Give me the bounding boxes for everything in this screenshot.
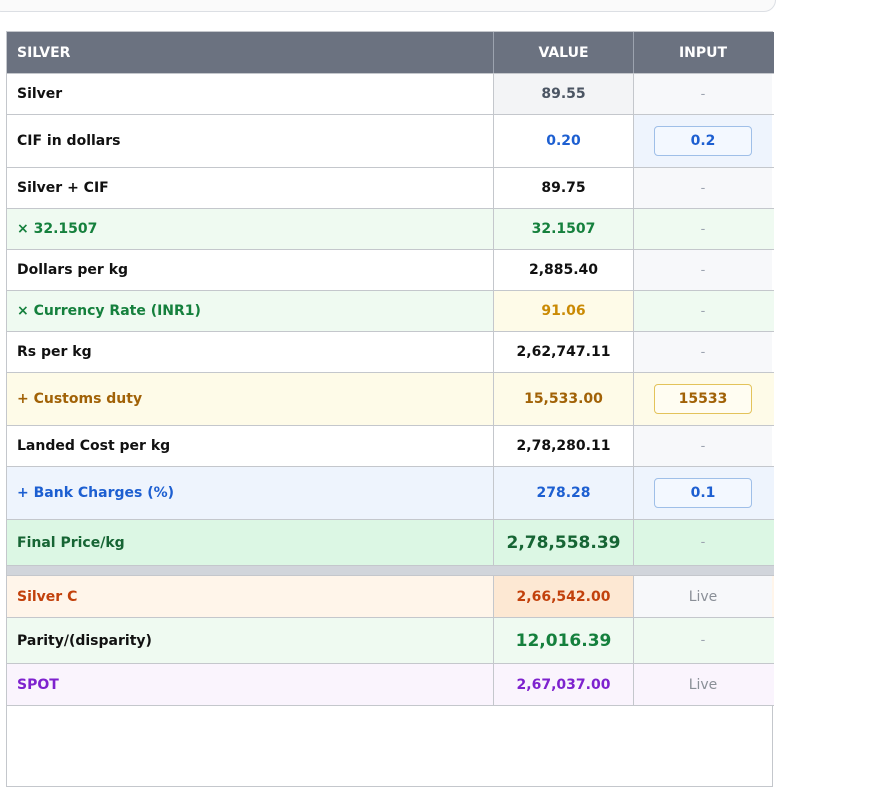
- row-value: 89.55: [494, 74, 634, 114]
- row-value: 32.1507: [494, 209, 634, 249]
- table-row-silver-cif: Silver + CIF 89.75 -: [7, 168, 774, 209]
- row-label: Landed Cost per kg: [7, 426, 494, 466]
- row-input-cell: 0.1: [634, 467, 772, 519]
- row-input-empty: -: [700, 535, 706, 550]
- row-label: + Customs duty: [7, 373, 494, 425]
- row-value: 2,62,747.11: [494, 332, 634, 372]
- row-label: Silver: [7, 74, 494, 114]
- row-value: 15,533.00: [494, 373, 634, 425]
- table-row-final-price: Final Price/kg 2,78,558.39 -: [7, 520, 774, 566]
- live-status: Live: [688, 676, 718, 693]
- row-label: Silver C: [7, 576, 494, 617]
- row-value: 2,78,280.11: [494, 426, 634, 466]
- header-silver: SILVER: [7, 32, 494, 73]
- table-row-landed-cost: Landed Cost per kg 2,78,280.11 -: [7, 426, 774, 467]
- table-row-customs-duty: + Customs duty 15,533.00 15533: [7, 373, 774, 426]
- row-input-cell: 0.2: [634, 115, 772, 167]
- section-divider: [7, 566, 774, 576]
- row-input-empty: -: [634, 250, 772, 290]
- row-value: 2,66,542.00: [494, 576, 634, 617]
- table-row-cif: CIF in dollars 0.20 0.2: [7, 115, 774, 168]
- table-row-silver: Silver 89.55 -: [7, 74, 774, 115]
- row-value: 2,67,037.00: [494, 664, 634, 705]
- row-input-empty: -: [700, 221, 706, 237]
- row-value: 91.06: [494, 291, 634, 331]
- row-input-empty: -: [634, 168, 772, 208]
- row-value: 2,885.40: [494, 250, 634, 290]
- row-value: 89.75: [494, 168, 634, 208]
- row-label: + Bank Charges (%): [7, 467, 494, 519]
- table-row-bank-charges: + Bank Charges (%) 278.28 0.1: [7, 467, 774, 520]
- table-header: SILVER VALUE INPUT: [7, 32, 774, 74]
- row-input-empty: -: [700, 633, 706, 648]
- row-label: Silver + CIF: [7, 168, 494, 208]
- row-value: 278.28: [494, 467, 634, 519]
- table-row-silver-c: Silver C 2,66,542.00 Live: [7, 576, 774, 618]
- row-input-empty: -: [634, 332, 772, 372]
- bank-charges-input[interactable]: 0.1: [654, 478, 752, 508]
- row-label: Parity/(disparity): [7, 618, 494, 663]
- silver-pricing-table: SILVER VALUE INPUT Silver 89.55 - CIF in…: [6, 31, 774, 787]
- table-row-spot: SPOT 2,67,037.00 Live: [7, 664, 774, 706]
- top-card: [0, 0, 776, 12]
- live-status: Live: [634, 576, 772, 617]
- row-input-empty: -: [634, 74, 772, 114]
- row-label: × 32.1507: [7, 209, 494, 249]
- table-row-parity: Parity/(disparity) 12,016.39 -: [7, 618, 774, 664]
- row-label: Dollars per kg: [7, 250, 494, 290]
- header-value: VALUE: [494, 32, 634, 73]
- table-row-currency-rate: × Currency Rate (INR1) 91.06 -: [7, 291, 774, 332]
- row-input-empty: -: [634, 426, 772, 466]
- row-value: 2,78,558.39: [494, 520, 634, 565]
- header-input: INPUT: [678, 44, 728, 61]
- row-value: 12,016.39: [494, 618, 634, 663]
- customs-duty-input[interactable]: 15533: [654, 384, 752, 414]
- cif-input[interactable]: 0.2: [654, 126, 752, 156]
- row-label: Final Price/kg: [7, 520, 494, 565]
- row-input-empty: -: [700, 303, 706, 319]
- row-label: CIF in dollars: [7, 115, 494, 167]
- row-input-cell: 15533: [634, 373, 772, 425]
- table-row-multiplier: × 32.1507 32.1507 -: [7, 209, 774, 250]
- table-row-dollars-per-kg: Dollars per kg 2,885.40 -: [7, 250, 774, 291]
- table-row-rs-per-kg: Rs per kg 2,62,747.11 -: [7, 332, 774, 373]
- row-label: SPOT: [7, 664, 494, 705]
- row-value: 0.20: [494, 115, 634, 167]
- row-label: Rs per kg: [7, 332, 494, 372]
- row-label: × Currency Rate (INR1): [7, 291, 494, 331]
